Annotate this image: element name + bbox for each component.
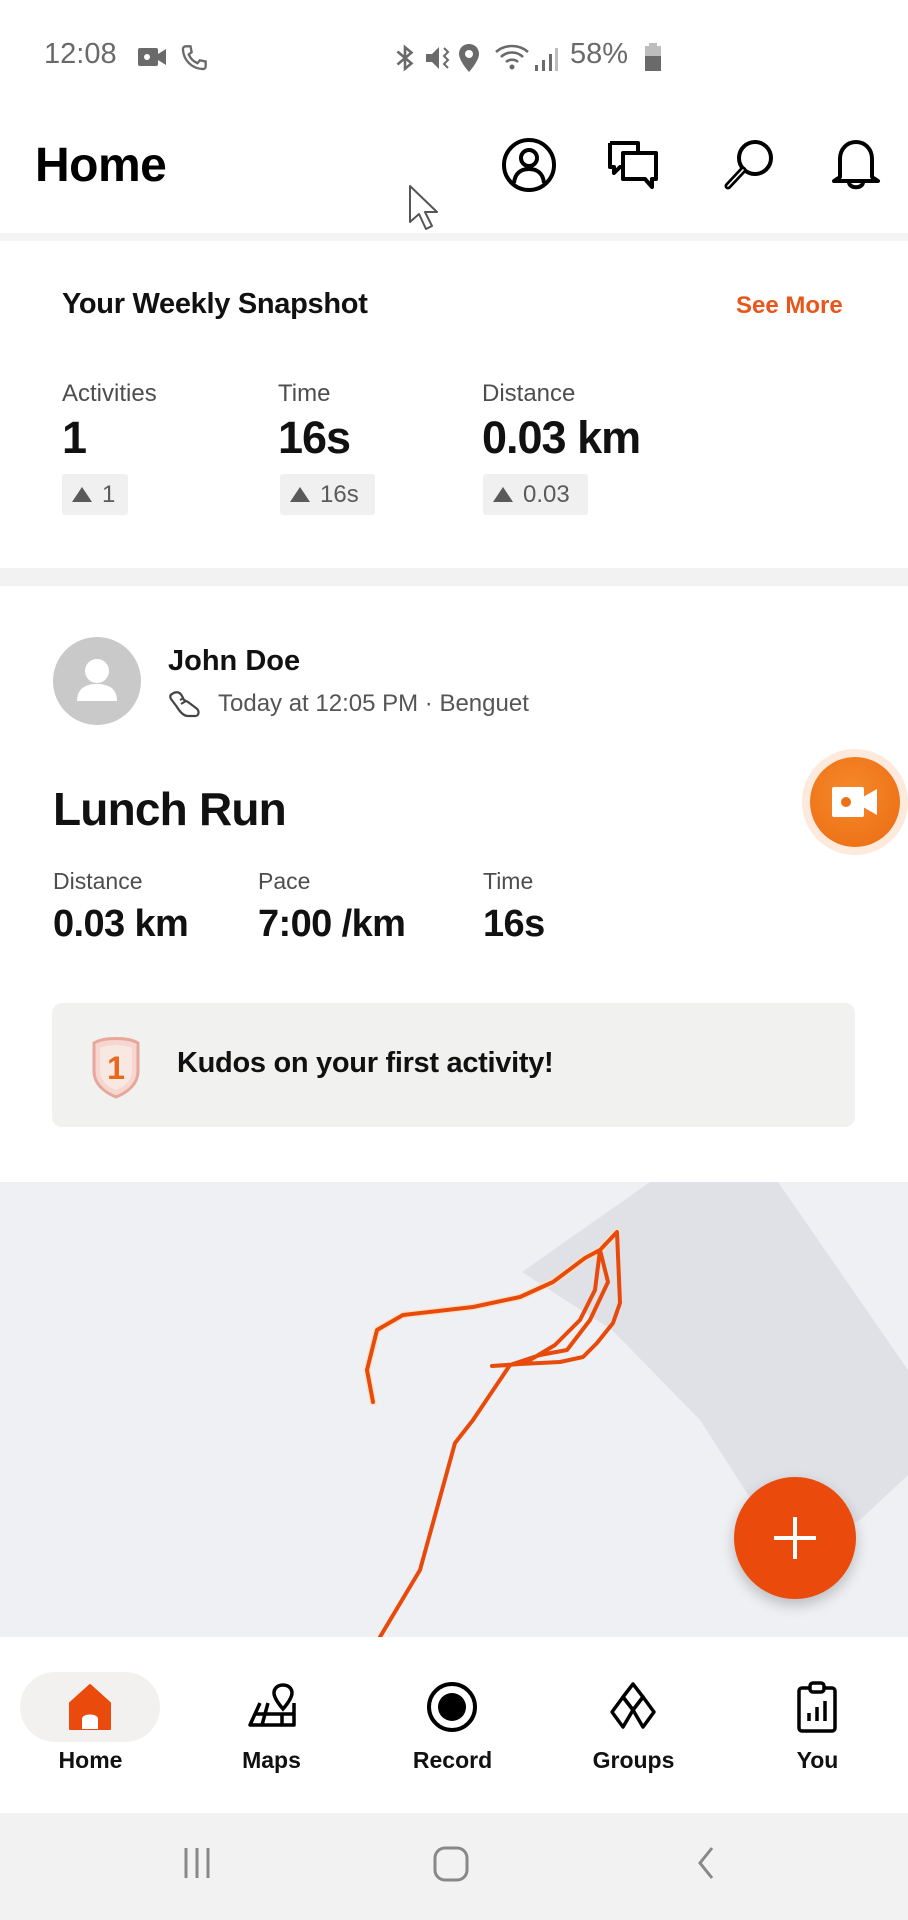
snapshot-stat-value: 1	[62, 412, 87, 463]
nav-label: Maps	[242, 1747, 301, 1773]
header-divider	[0, 233, 908, 241]
page-title: Home	[35, 139, 167, 192]
up-triangle-icon	[493, 487, 513, 502]
chat-icon[interactable]	[605, 137, 661, 193]
status-time: 12:08	[44, 38, 117, 70]
change-value: 16s	[320, 480, 359, 508]
athlete-name[interactable]: John Doe	[168, 645, 300, 678]
notifications-bell-icon[interactable]	[828, 137, 884, 193]
kudos-banner[interactable]: 1 Kudos on your first activity!	[52, 1003, 855, 1127]
nav-item-you[interactable]: You	[727, 1637, 908, 1813]
snapshot-stat-label: Distance	[482, 380, 576, 407]
status-bar: 12:08 58%	[0, 0, 908, 110]
phone-call-icon	[181, 45, 207, 71]
nav-label: Groups	[592, 1747, 675, 1773]
see-more-link[interactable]: See More	[736, 292, 843, 320]
snapshot-stat-value: 0.03 km	[482, 412, 641, 463]
snapshot-stat-label: Time	[278, 380, 331, 407]
recent-apps-icon[interactable]	[178, 1845, 216, 1881]
avatar[interactable]	[53, 637, 141, 725]
activity-meta: Today at 12:05 PM · Benguet	[168, 688, 529, 720]
app-header: Home	[0, 110, 908, 235]
nav-label: Home	[58, 1747, 123, 1773]
back-icon[interactable]	[692, 1845, 722, 1881]
search-icon[interactable]	[722, 137, 778, 193]
plus-icon	[774, 1517, 816, 1559]
activity-stat-label: Pace	[258, 868, 311, 894]
kudos-message: Kudos on your first activity!	[177, 1047, 554, 1079]
bluetooth-icon	[396, 44, 414, 72]
screen-record-button[interactable]	[810, 757, 900, 847]
location-icon	[459, 44, 479, 72]
activity-stat-value: 0.03 km	[53, 903, 189, 945]
map-building-area	[522, 1182, 908, 1560]
activity-title[interactable]: Lunch Run	[53, 782, 287, 836]
snapshot-stat-change: 0.03	[483, 474, 588, 515]
home-button-icon[interactable]	[432, 1845, 470, 1883]
profile-icon[interactable]	[501, 137, 557, 193]
snapshot-stat-label: Activities	[62, 380, 157, 407]
activity-stat-value: 7:00 /km	[258, 903, 406, 945]
change-value: 1	[102, 480, 116, 508]
signal-icon	[535, 48, 558, 71]
activity-time-location: Today at 12:05 PM · Benguet	[218, 690, 529, 717]
up-triangle-icon	[290, 487, 310, 502]
change-value: 0.03	[523, 480, 570, 508]
snapshot-stat-value: 16s	[278, 412, 351, 463]
snapshot-title: Your Weekly Snapshot	[62, 288, 368, 320]
nav-item-record[interactable]: Record	[362, 1637, 543, 1813]
nav-label: Record	[412, 1747, 493, 1773]
mouse-cursor-icon	[409, 185, 438, 230]
section-divider	[0, 568, 908, 586]
snapshot-stat-change: 16s	[280, 474, 375, 515]
svg-text:1: 1	[107, 1050, 125, 1086]
nav-item-groups[interactable]: Groups	[543, 1637, 724, 1813]
battery-percent: 58%	[570, 38, 629, 70]
home-icon	[69, 1684, 111, 1730]
activity-stat-value: 16s	[483, 903, 545, 945]
activity-stat-label: Distance	[53, 868, 143, 894]
video-camera-icon	[832, 787, 877, 817]
activity-stat-label: Time	[483, 868, 534, 894]
you-clipboard-icon	[797, 1681, 837, 1733]
record-icon	[427, 1682, 477, 1732]
nav-label: You	[796, 1747, 839, 1773]
system-navigation-bar	[0, 1813, 908, 1920]
mute-vibrate-icon	[426, 47, 450, 69]
wifi-icon	[495, 44, 529, 70]
nav-item-maps[interactable]: Maps	[181, 1637, 362, 1813]
nav-item-home[interactable]: Home	[0, 1637, 181, 1813]
battery-icon	[645, 43, 661, 71]
first-activity-badge-icon: 1	[92, 1037, 140, 1099]
up-triangle-icon	[72, 487, 92, 502]
default-avatar-icon	[77, 659, 117, 701]
video-recording-icon	[138, 48, 166, 66]
running-shoe-icon	[169, 691, 200, 718]
bottom-navigation: Home Maps Record Groups You	[0, 1637, 908, 1813]
groups-icon	[610, 1682, 656, 1729]
add-post-button[interactable]	[734, 1477, 856, 1599]
maps-icon	[248, 1683, 296, 1727]
snapshot-stat-change: 1	[62, 474, 128, 515]
